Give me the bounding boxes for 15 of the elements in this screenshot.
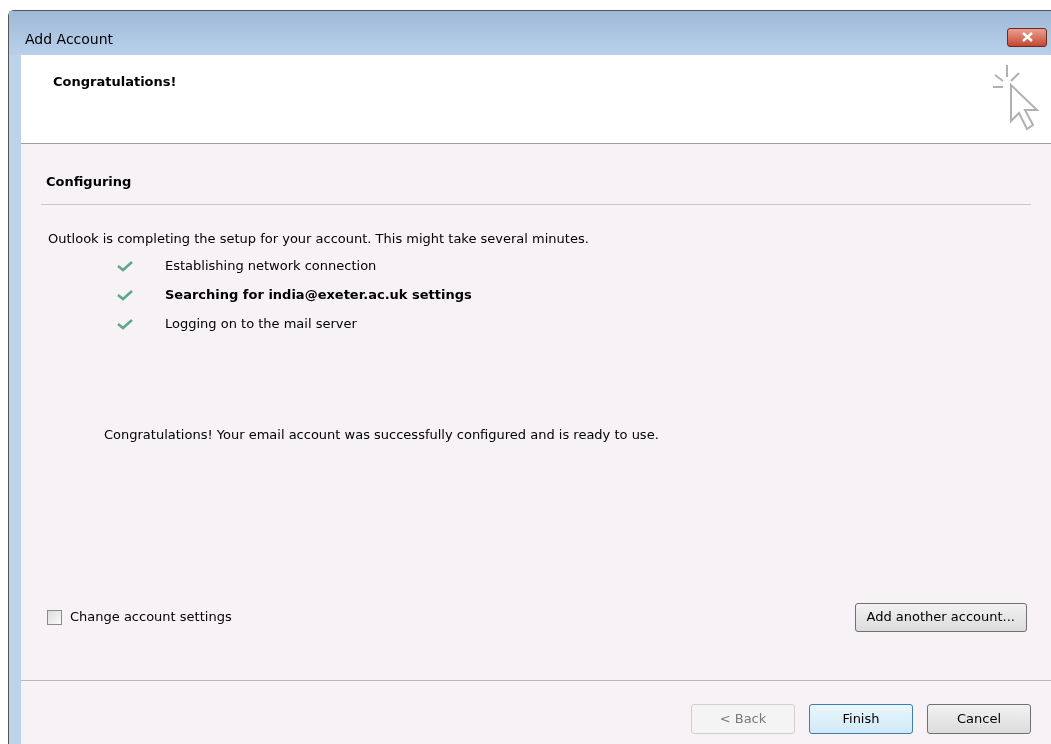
dialog-button[interactable]: Cancel — [927, 703, 1031, 734]
header-title: Congratulations! — [53, 73, 177, 91]
step-label: Establishing network connection — [165, 257, 377, 276]
checkbox[interactable] — [47, 609, 62, 625]
checkbox-label: Change account settings — [70, 608, 232, 627]
success-message: Congratulations! Your email account was successfully configured and is ready to use. — [104, 426, 660, 444]
dialog-button[interactable]: Finish — [809, 703, 913, 734]
section-title: Configuring — [46, 174, 132, 189]
step-label: Logging on to the mail server — [165, 315, 357, 334]
add-account-button[interactable]: Add another account... — [854, 602, 1027, 632]
close-button[interactable] — [1007, 27, 1047, 47]
close-icon — [1021, 32, 1033, 42]
step-label: Searching for india@exeter.ac.uk settings — [165, 286, 472, 305]
window-title: Add Account — [25, 29, 114, 49]
intro-text: Outlook is completing the setup for your account. This might take several minutes. — [48, 229, 590, 248]
